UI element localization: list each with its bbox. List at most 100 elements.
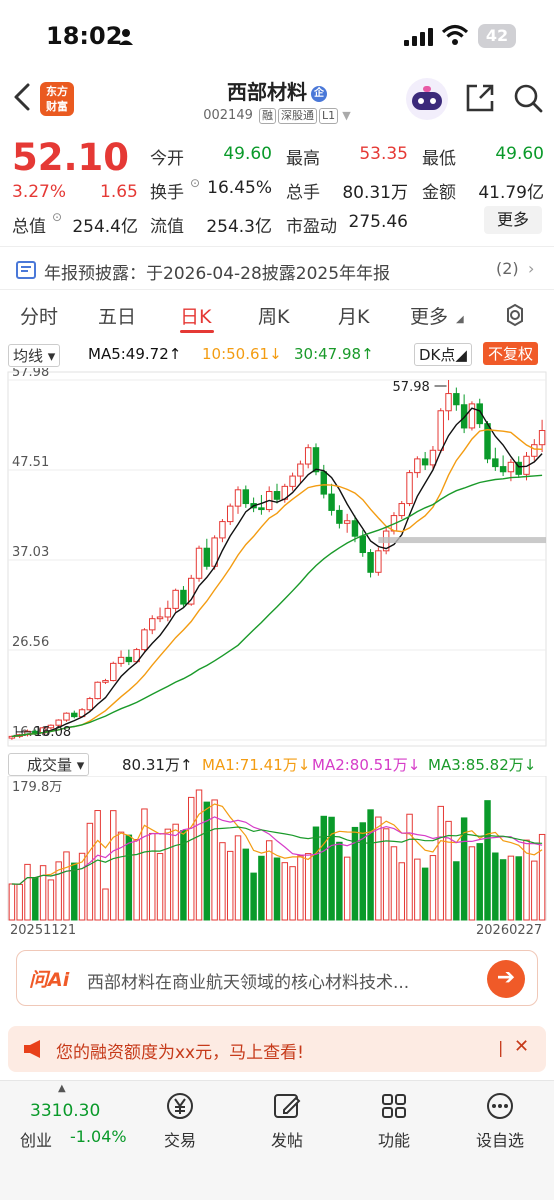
volume-bar bbox=[164, 828, 172, 921]
bottom-post[interactable]: 发帖 bbox=[247, 1091, 327, 1151]
volume-bar bbox=[328, 816, 335, 921]
candle-body bbox=[367, 552, 374, 573]
arrow-right-icon[interactable]: ➔ bbox=[487, 960, 525, 998]
candle-body bbox=[484, 423, 491, 460]
margin-promo-banner[interactable]: 您的融资额度为xx元，马上查看! | ✕ bbox=[8, 1026, 546, 1072]
volume-bar bbox=[312, 826, 320, 921]
caret-up-icon: ▲ bbox=[58, 1083, 66, 1094]
candle-body bbox=[336, 509, 343, 524]
tab-more[interactable]: 更多 bbox=[410, 302, 448, 329]
volume-bar bbox=[156, 853, 164, 921]
bottom-watchlist[interactable]: 设自选 bbox=[460, 1091, 540, 1151]
margin-tag: 融 bbox=[259, 108, 277, 124]
robot-icon bbox=[412, 86, 442, 110]
candle-body bbox=[164, 607, 172, 618]
volume-bar bbox=[47, 879, 55, 921]
candle-body bbox=[110, 662, 117, 682]
candle-body bbox=[117, 656, 125, 664]
more-button[interactable]: 更多 bbox=[484, 206, 542, 234]
candle-body bbox=[71, 712, 78, 718]
vol-ma2-value: MA2:80.51万↓ bbox=[312, 756, 421, 774]
support-band bbox=[378, 537, 546, 544]
volume-bar bbox=[117, 831, 125, 921]
tab-weekly-k[interactable]: 周K bbox=[258, 302, 289, 329]
divider: | bbox=[498, 1038, 504, 1057]
ma10-line bbox=[11, 428, 543, 738]
open-label: 今开 bbox=[150, 149, 184, 169]
promo-text: 您的融资额度为xx元，马上查看! bbox=[56, 1043, 304, 1063]
volume-bar bbox=[398, 862, 405, 921]
volume-svg: 179.8万 20251121 20260227 bbox=[7, 775, 547, 938]
volume-label: 总手 bbox=[286, 183, 320, 203]
bottom-functions[interactable]: 功能 bbox=[354, 1091, 434, 1151]
bottom-trade[interactable]: 交易 bbox=[140, 1091, 220, 1151]
ma-legend: 均线 ▾ MA5:49.72↑ 10:50.61↓ 30:47.98↑ DK点◢… bbox=[0, 342, 554, 368]
tab-intraday[interactable]: 分时 bbox=[20, 302, 58, 329]
volume-bar bbox=[375, 816, 382, 921]
notice-text: 年报预披露：于2026-04-28披露2025年年报 bbox=[44, 264, 391, 284]
volume-bar bbox=[538, 833, 546, 921]
no-adjust-button[interactable]: 不复权 bbox=[483, 342, 539, 365]
volume-bar bbox=[476, 843, 483, 921]
end-date-label: 20260227 bbox=[476, 923, 542, 938]
volume-bar bbox=[429, 855, 437, 921]
enterprise-badge: 企 bbox=[311, 85, 327, 102]
gear-icon[interactable] bbox=[502, 302, 528, 328]
chevron-down-icon[interactable]: ▼ bbox=[342, 109, 350, 122]
dk-point-button[interactable]: DK点◢ bbox=[414, 343, 472, 366]
volume-bar bbox=[16, 883, 23, 921]
megaphone-icon bbox=[24, 1040, 40, 1058]
candle-body bbox=[125, 656, 133, 663]
ai-ask-bar[interactable]: 问Ai 西部材料在商业航天领域的核心材料技术... ➔ bbox=[16, 950, 538, 1006]
volume-bar bbox=[86, 822, 94, 921]
candle-body bbox=[94, 681, 101, 700]
kline-chart[interactable]: 57.9847.5137.0326.5616.0857.9816.08 bbox=[0, 365, 554, 748]
info-icon[interactable]: ⊙ bbox=[52, 210, 62, 224]
status-bar: 18:02 42 bbox=[0, 0, 554, 70]
active-tab-indicator bbox=[180, 330, 214, 333]
candle-body bbox=[242, 489, 250, 505]
tab-daily-k[interactable]: 日K bbox=[180, 302, 211, 329]
connect-tag: 深股通 bbox=[278, 108, 318, 124]
tab-five-day[interactable]: 五日 bbox=[98, 302, 136, 329]
search-icon[interactable] bbox=[512, 82, 544, 114]
volume-bar bbox=[32, 877, 39, 921]
back-arrow-icon[interactable] bbox=[10, 82, 36, 112]
share-icon[interactable] bbox=[464, 82, 496, 114]
volume-bar bbox=[304, 853, 312, 921]
candle-body bbox=[195, 547, 203, 579]
candle-body bbox=[375, 550, 382, 573]
volume-bar bbox=[226, 850, 234, 921]
candle-body bbox=[141, 629, 148, 651]
level-tag: L1 bbox=[319, 108, 339, 124]
index-widget[interactable]: ▲ 3310.30 创业 -1.04% bbox=[0, 1081, 130, 1161]
float-label: 流值 bbox=[150, 217, 184, 237]
info-icon[interactable]: ⊙ bbox=[190, 176, 200, 190]
volume-chart[interactable]: 179.8万 20251121 20260227 bbox=[0, 775, 554, 941]
volume-bar bbox=[273, 857, 281, 921]
volume-bar bbox=[63, 851, 70, 921]
assistant-avatar[interactable] bbox=[406, 78, 448, 120]
tab-monthly-k[interactable]: 月K bbox=[338, 302, 369, 329]
ai-logo: 问Ai bbox=[29, 969, 70, 991]
candle-body bbox=[102, 680, 109, 683]
close-icon[interactable]: ✕ bbox=[514, 1036, 529, 1057]
volume-indicator-selector[interactable]: 成交量 ▾ bbox=[8, 753, 90, 776]
annual-report-notice[interactable]: 年报预披露：于2026-04-28披露2025年年报 (2) › bbox=[0, 246, 554, 290]
volume-bar bbox=[234, 835, 242, 921]
volume-bar bbox=[320, 815, 328, 921]
notice-count: (2) bbox=[496, 259, 519, 278]
price-tick-label: 57.98 bbox=[12, 368, 49, 380]
candle-body bbox=[421, 458, 429, 466]
volume-bar bbox=[24, 863, 31, 921]
price-tick-label: 37.03 bbox=[12, 545, 49, 560]
index-value: 3310.30 bbox=[30, 1101, 101, 1121]
candle-body bbox=[429, 449, 437, 466]
current-price: 52.10 bbox=[12, 136, 130, 179]
ma-selector[interactable]: 均线 ▾ bbox=[8, 344, 61, 367]
volume-max-label: 179.8万 bbox=[12, 780, 62, 795]
candle-body bbox=[437, 410, 444, 451]
candle-body bbox=[538, 430, 546, 446]
volume-bar bbox=[39, 865, 47, 921]
volume-bar bbox=[336, 841, 343, 921]
